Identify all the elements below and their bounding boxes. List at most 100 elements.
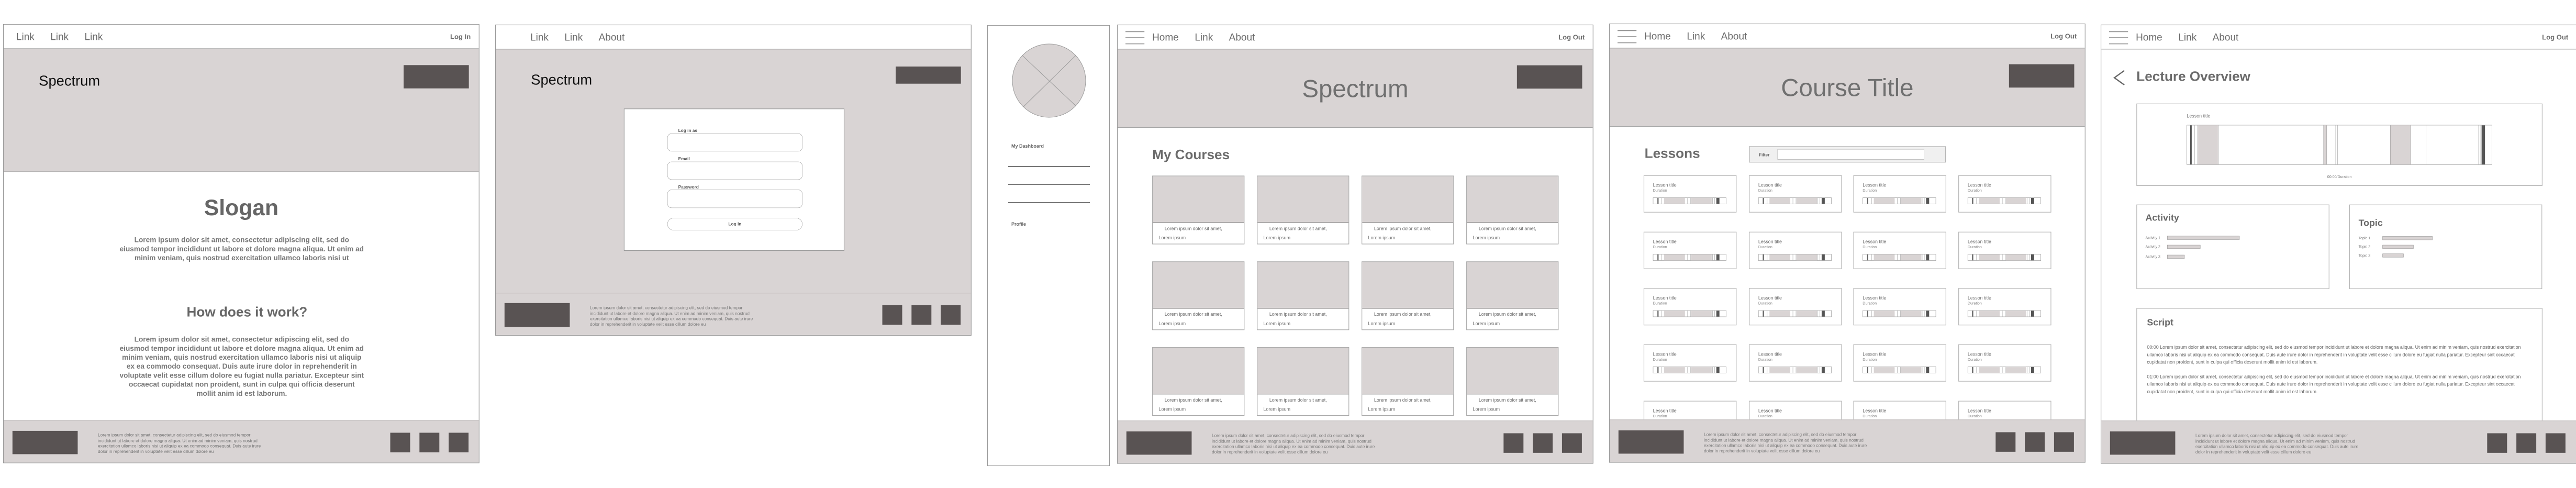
hero-button-placeholder[interactable] <box>896 66 961 84</box>
social-icon-3[interactable] <box>449 432 469 452</box>
course-card[interactable]: Lorem ipsum dolor sit amet, Lorem ipsum <box>1152 175 1245 245</box>
nav-link-2[interactable]: Link <box>1687 30 1705 42</box>
login-submit-button[interactable]: Log In <box>667 218 802 230</box>
topic-title: Topic <box>2358 218 2383 228</box>
lesson-progress-bar <box>1967 367 2041 373</box>
social-icon-1[interactable] <box>882 305 902 325</box>
lesson-card[interactable]: Lesson title Duration <box>1958 288 2051 326</box>
social-icon-2[interactable] <box>1533 433 1553 453</box>
lecture-overview-wireframe: Home Link About Log Out Lecture Overview… <box>2101 25 2576 464</box>
lesson-title: Lesson title <box>1758 408 1782 414</box>
lesson-card[interactable]: Lesson title Duration <box>1853 344 1946 382</box>
course-card-line2: Lorem ipsum <box>1473 321 1500 327</box>
social-icon-1[interactable] <box>2487 433 2507 453</box>
back-chevron-icon[interactable] <box>2113 70 2126 86</box>
nav-link-1[interactable]: Link <box>530 31 549 43</box>
social-icon-3[interactable] <box>941 305 961 325</box>
nav-link-home[interactable]: Home <box>2136 31 2162 43</box>
nav-link-3[interactable]: Link <box>84 31 103 42</box>
lesson-card[interactable]: Lesson title Duration <box>1958 175 2051 213</box>
course-card[interactable]: Lorem ipsum dolor sit amet, Lorem ipsum <box>1362 347 1454 416</box>
lesson-card[interactable]: Lesson title Duration <box>1749 175 1842 213</box>
course-card[interactable]: Lorem ipsum dolor sit amet, Lorem ipsum <box>1257 175 1350 245</box>
filter-input[interactable] <box>1777 149 1924 160</box>
lesson-card[interactable]: Lesson title Duration <box>1749 288 1842 326</box>
social-icon-2[interactable] <box>419 432 440 452</box>
lesson-card[interactable]: Lesson title Duration <box>1853 288 1946 326</box>
lesson-duration: Duration <box>1967 245 1982 249</box>
dashboard-wireframe: Home Link About Log Out Spectrum My Cour… <box>1117 25 1593 464</box>
nav-link-2[interactable]: Link <box>1195 31 1213 43</box>
course-thumbnail <box>1467 348 1558 395</box>
sidebar-item-dashboard[interactable]: My Dashboard <box>1011 143 1044 149</box>
nav-link-home[interactable]: Home <box>1152 31 1179 43</box>
lesson-card[interactable]: Lesson title Duration <box>1643 344 1737 382</box>
script-paragraph: 00:00 Lorem ipsum dolor sit amet, consec… <box>2147 345 2521 365</box>
social-icon-2[interactable] <box>2516 433 2537 453</box>
login-link[interactable]: Log In <box>450 33 471 41</box>
course-card[interactable]: Lorem ipsum dolor sit amet, Lorem ipsum <box>1257 347 1350 416</box>
topic-label: Topic 3 <box>2358 253 2371 258</box>
nav-link-2[interactable]: Link <box>50 31 69 42</box>
hamburger-menu-icon[interactable] <box>1618 30 1637 43</box>
email-input[interactable] <box>667 161 802 180</box>
course-thumbnail <box>1362 348 1454 395</box>
course-card[interactable]: Lorem ipsum dolor sit amet, Lorem ipsum <box>1466 175 1559 245</box>
nav-link-about[interactable]: About <box>2213 31 2239 43</box>
lesson-card[interactable]: Lesson title Duration <box>1643 288 1737 326</box>
lesson-progress-bar <box>1653 197 1726 204</box>
lesson-card[interactable]: Lesson title Duration <box>1749 344 1842 382</box>
hamburger-menu-icon[interactable] <box>1125 31 1145 45</box>
nav-link-2[interactable]: Link <box>2178 31 2196 43</box>
lesson-card[interactable]: Lesson title Duration <box>1643 231 1737 269</box>
lesson-card[interactable]: Lesson title Duration <box>1958 344 2051 382</box>
logout-link[interactable]: Log Out <box>2050 32 2077 40</box>
hero-banner: Course Title <box>1610 48 2085 127</box>
login-as-input[interactable] <box>667 133 802 152</box>
sidebar-item-profile[interactable]: Profile <box>1011 221 1026 227</box>
lesson-card[interactable]: Lesson title Duration <box>1749 231 1842 269</box>
avatar-placeholder-icon <box>1012 43 1086 118</box>
hamburger-menu-icon[interactable] <box>2109 31 2128 45</box>
nav-link-home[interactable]: Home <box>1644 30 1671 42</box>
lesson-card[interactable]: Lesson title Duration <box>1958 231 2051 269</box>
hero-button-placeholder[interactable] <box>404 65 469 88</box>
hero-button-placeholder[interactable] <box>2009 64 2075 88</box>
logout-link[interactable]: Log Out <box>1558 34 1585 41</box>
lesson-progress-bar <box>1758 310 1832 317</box>
social-icon-2[interactable] <box>2025 432 2045 452</box>
social-icon-3[interactable] <box>2545 433 2566 453</box>
social-icon-3[interactable] <box>1562 433 1582 453</box>
lesson-card[interactable]: Lesson title Duration <box>1853 175 1946 213</box>
lesson-card[interactable]: Lesson title Duration <box>1643 175 1737 213</box>
hero-button-placeholder[interactable] <box>1516 65 1582 89</box>
video-timeline[interactable] <box>2187 125 2492 165</box>
password-input[interactable] <box>667 190 802 208</box>
logout-link[interactable]: Log Out <box>2542 34 2568 41</box>
course-card[interactable]: Lorem ipsum dolor sit amet, Lorem ipsum <box>1466 347 1559 416</box>
social-icon-2[interactable] <box>911 305 932 325</box>
course-card[interactable]: Lorem ipsum dolor sit amet, Lorem ipsum <box>1466 261 1559 330</box>
lesson-duration: Duration <box>1967 188 1982 193</box>
footer: Lorem ipsum dolor sit amet, consectetur … <box>496 293 971 335</box>
player-lesson-title: Lesson title <box>2187 113 2211 119</box>
social-icon-1[interactable] <box>390 432 410 452</box>
course-card[interactable]: Lorem ipsum dolor sit amet, Lorem ipsum <box>1257 261 1350 330</box>
social-icon-1[interactable] <box>1995 432 2016 452</box>
social-icon-1[interactable] <box>1503 433 1524 453</box>
nav-link-about[interactable]: About <box>1229 31 1255 43</box>
course-card[interactable]: Lorem ipsum dolor sit amet, Lorem ipsum <box>1152 347 1245 416</box>
nav-link-about[interactable]: About <box>1721 30 1747 42</box>
course-card[interactable]: Lorem ipsum dolor sit amet, Lorem ipsum <box>1362 175 1454 245</box>
social-icon-3[interactable] <box>2054 432 2074 452</box>
lesson-title: Lesson title <box>1863 295 1887 301</box>
nav-link-2[interactable]: Link <box>564 31 583 43</box>
course-card[interactable]: Lorem ipsum dolor sit amet, Lorem ipsum <box>1362 261 1454 330</box>
course-card[interactable]: Lorem ipsum dolor sit amet, Lorem ipsum <box>1152 261 1245 330</box>
nav-link-about[interactable]: About <box>599 31 625 43</box>
lesson-card[interactable]: Lesson title Duration <box>1853 231 1946 269</box>
activity-label: Activity 2 <box>2145 245 2160 249</box>
lesson-duration: Duration <box>1863 301 1877 306</box>
nav-link-1[interactable]: Link <box>16 31 35 42</box>
lesson-title: Lesson title <box>1653 239 1677 245</box>
